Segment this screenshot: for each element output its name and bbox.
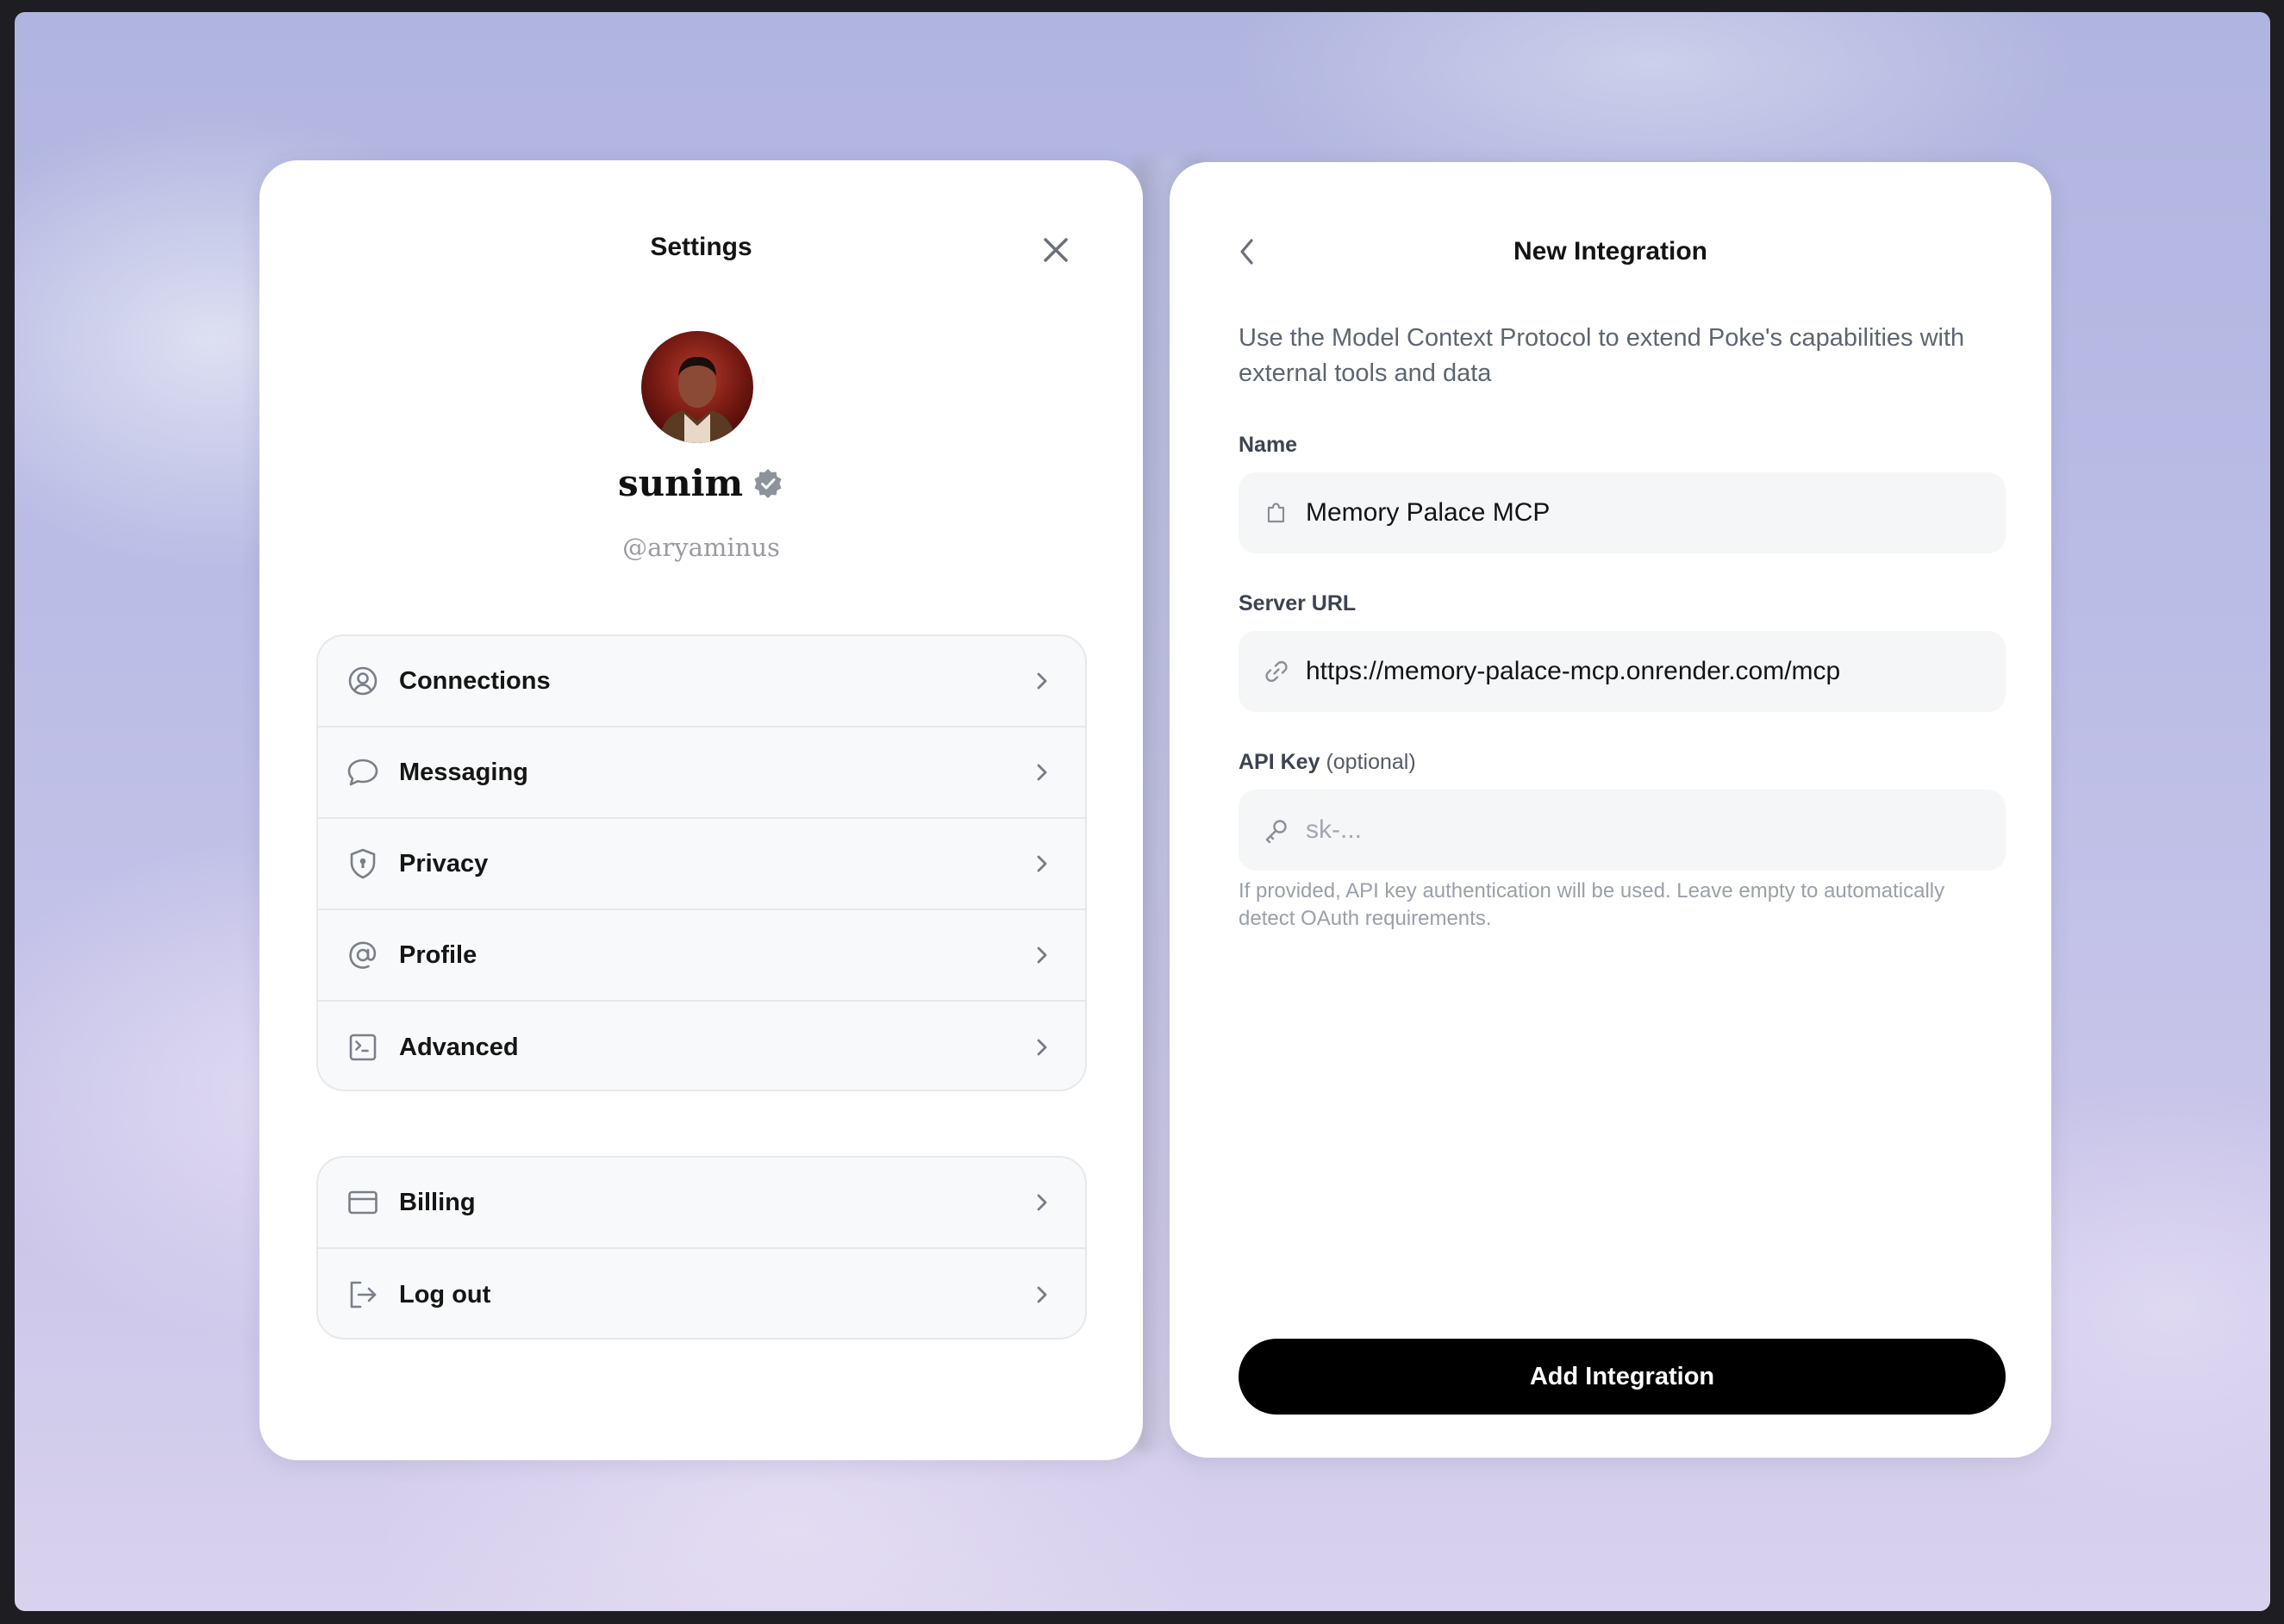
menu-label-privacy: Privacy	[399, 849, 489, 878]
server-url-value: https://memory-palace-mcp.onrender.com/m…	[1306, 657, 1841, 685]
menu-label-advanced: Advanced	[399, 1033, 519, 1061]
api-key-hint: If provided, API key authentication will…	[1239, 879, 1945, 930]
new-integration-panel: New Integration Use the Model Context Pr…	[1170, 162, 2051, 1458]
chevron-right-icon	[1030, 943, 1054, 967]
name-value: Memory Palace MCP	[1306, 498, 1551, 527]
chevron-right-icon	[1030, 1190, 1054, 1215]
menu-item-messaging[interactable]: Messaging	[318, 728, 1085, 819]
settings-menu-primary: Connections Messaging Privacy Profile Ad…	[316, 634, 1087, 1091]
api-key-optional-text: (optional)	[1326, 750, 1416, 774]
puzzle-icon	[1263, 499, 1290, 527]
server-url-field[interactable]: https://memory-palace-mcp.onrender.com/m…	[1239, 631, 2006, 712]
settings-panel: Settings sunim @aryaminus Connections Me…	[259, 160, 1143, 1460]
menu-item-advanced[interactable]: Advanced	[318, 1002, 1085, 1090]
close-button[interactable]	[1039, 233, 1073, 267]
terminal-icon	[346, 1030, 380, 1065]
menu-item-privacy[interactable]: Privacy	[318, 819, 1085, 910]
avatar	[641, 331, 753, 443]
logout-icon	[346, 1277, 380, 1312]
close-icon	[1044, 238, 1068, 262]
user-name: sunim	[259, 462, 1143, 504]
chevron-right-icon	[1030, 760, 1054, 784]
chevron-right-icon	[1030, 852, 1054, 876]
menu-label-messaging: Messaging	[399, 758, 528, 786]
api-key-label: API Key (optional)	[1239, 750, 1416, 775]
app-window: Settings sunim @aryaminus Connections Me…	[15, 12, 2270, 1611]
chevron-right-icon	[1030, 669, 1054, 693]
credit-card-icon	[346, 1185, 380, 1220]
name-field[interactable]: Memory Palace MCP	[1239, 472, 2006, 553]
menu-label-logout: Log out	[399, 1280, 491, 1309]
api-key-field[interactable]: sk-...	[1239, 790, 2006, 871]
server-url-label: Server URL	[1239, 591, 1357, 615]
api-key-placeholder: sk-...	[1306, 815, 1362, 844]
settings-menu-secondary: Billing Log out	[316, 1156, 1087, 1340]
menu-item-logout[interactable]: Log out	[318, 1249, 1085, 1338]
menu-label-connections: Connections	[399, 666, 551, 695]
chat-bubble-icon	[346, 755, 380, 790]
key-icon	[1263, 816, 1290, 844]
user-circle-icon	[346, 664, 380, 698]
menu-label-profile: Profile	[399, 940, 477, 969]
integration-title: New Integration	[1513, 237, 1707, 265]
user-name-text: sunim	[617, 462, 744, 504]
chevron-right-icon	[1030, 1035, 1054, 1059]
api-key-label-text: API Key	[1239, 750, 1320, 774]
link-icon	[1263, 658, 1290, 685]
menu-item-billing[interactable]: Billing	[318, 1158, 1085, 1249]
user-handle: @aryaminus	[622, 533, 780, 562]
chevron-right-icon	[1030, 1283, 1054, 1307]
menu-label-billing: Billing	[399, 1188, 476, 1216]
menu-item-connections[interactable]: Connections	[318, 636, 1085, 728]
menu-item-profile[interactable]: Profile	[318, 910, 1085, 1002]
add-integration-button[interactable]: Add Integration	[1239, 1339, 2006, 1415]
shield-icon	[346, 846, 380, 881]
verified-badge-icon	[754, 468, 782, 498]
at-sign-icon	[346, 938, 380, 972]
settings-title: Settings	[650, 233, 752, 261]
integration-description: Use the Model Context Protocol to extend…	[1239, 324, 1965, 387]
name-label: Name	[1239, 433, 1298, 457]
